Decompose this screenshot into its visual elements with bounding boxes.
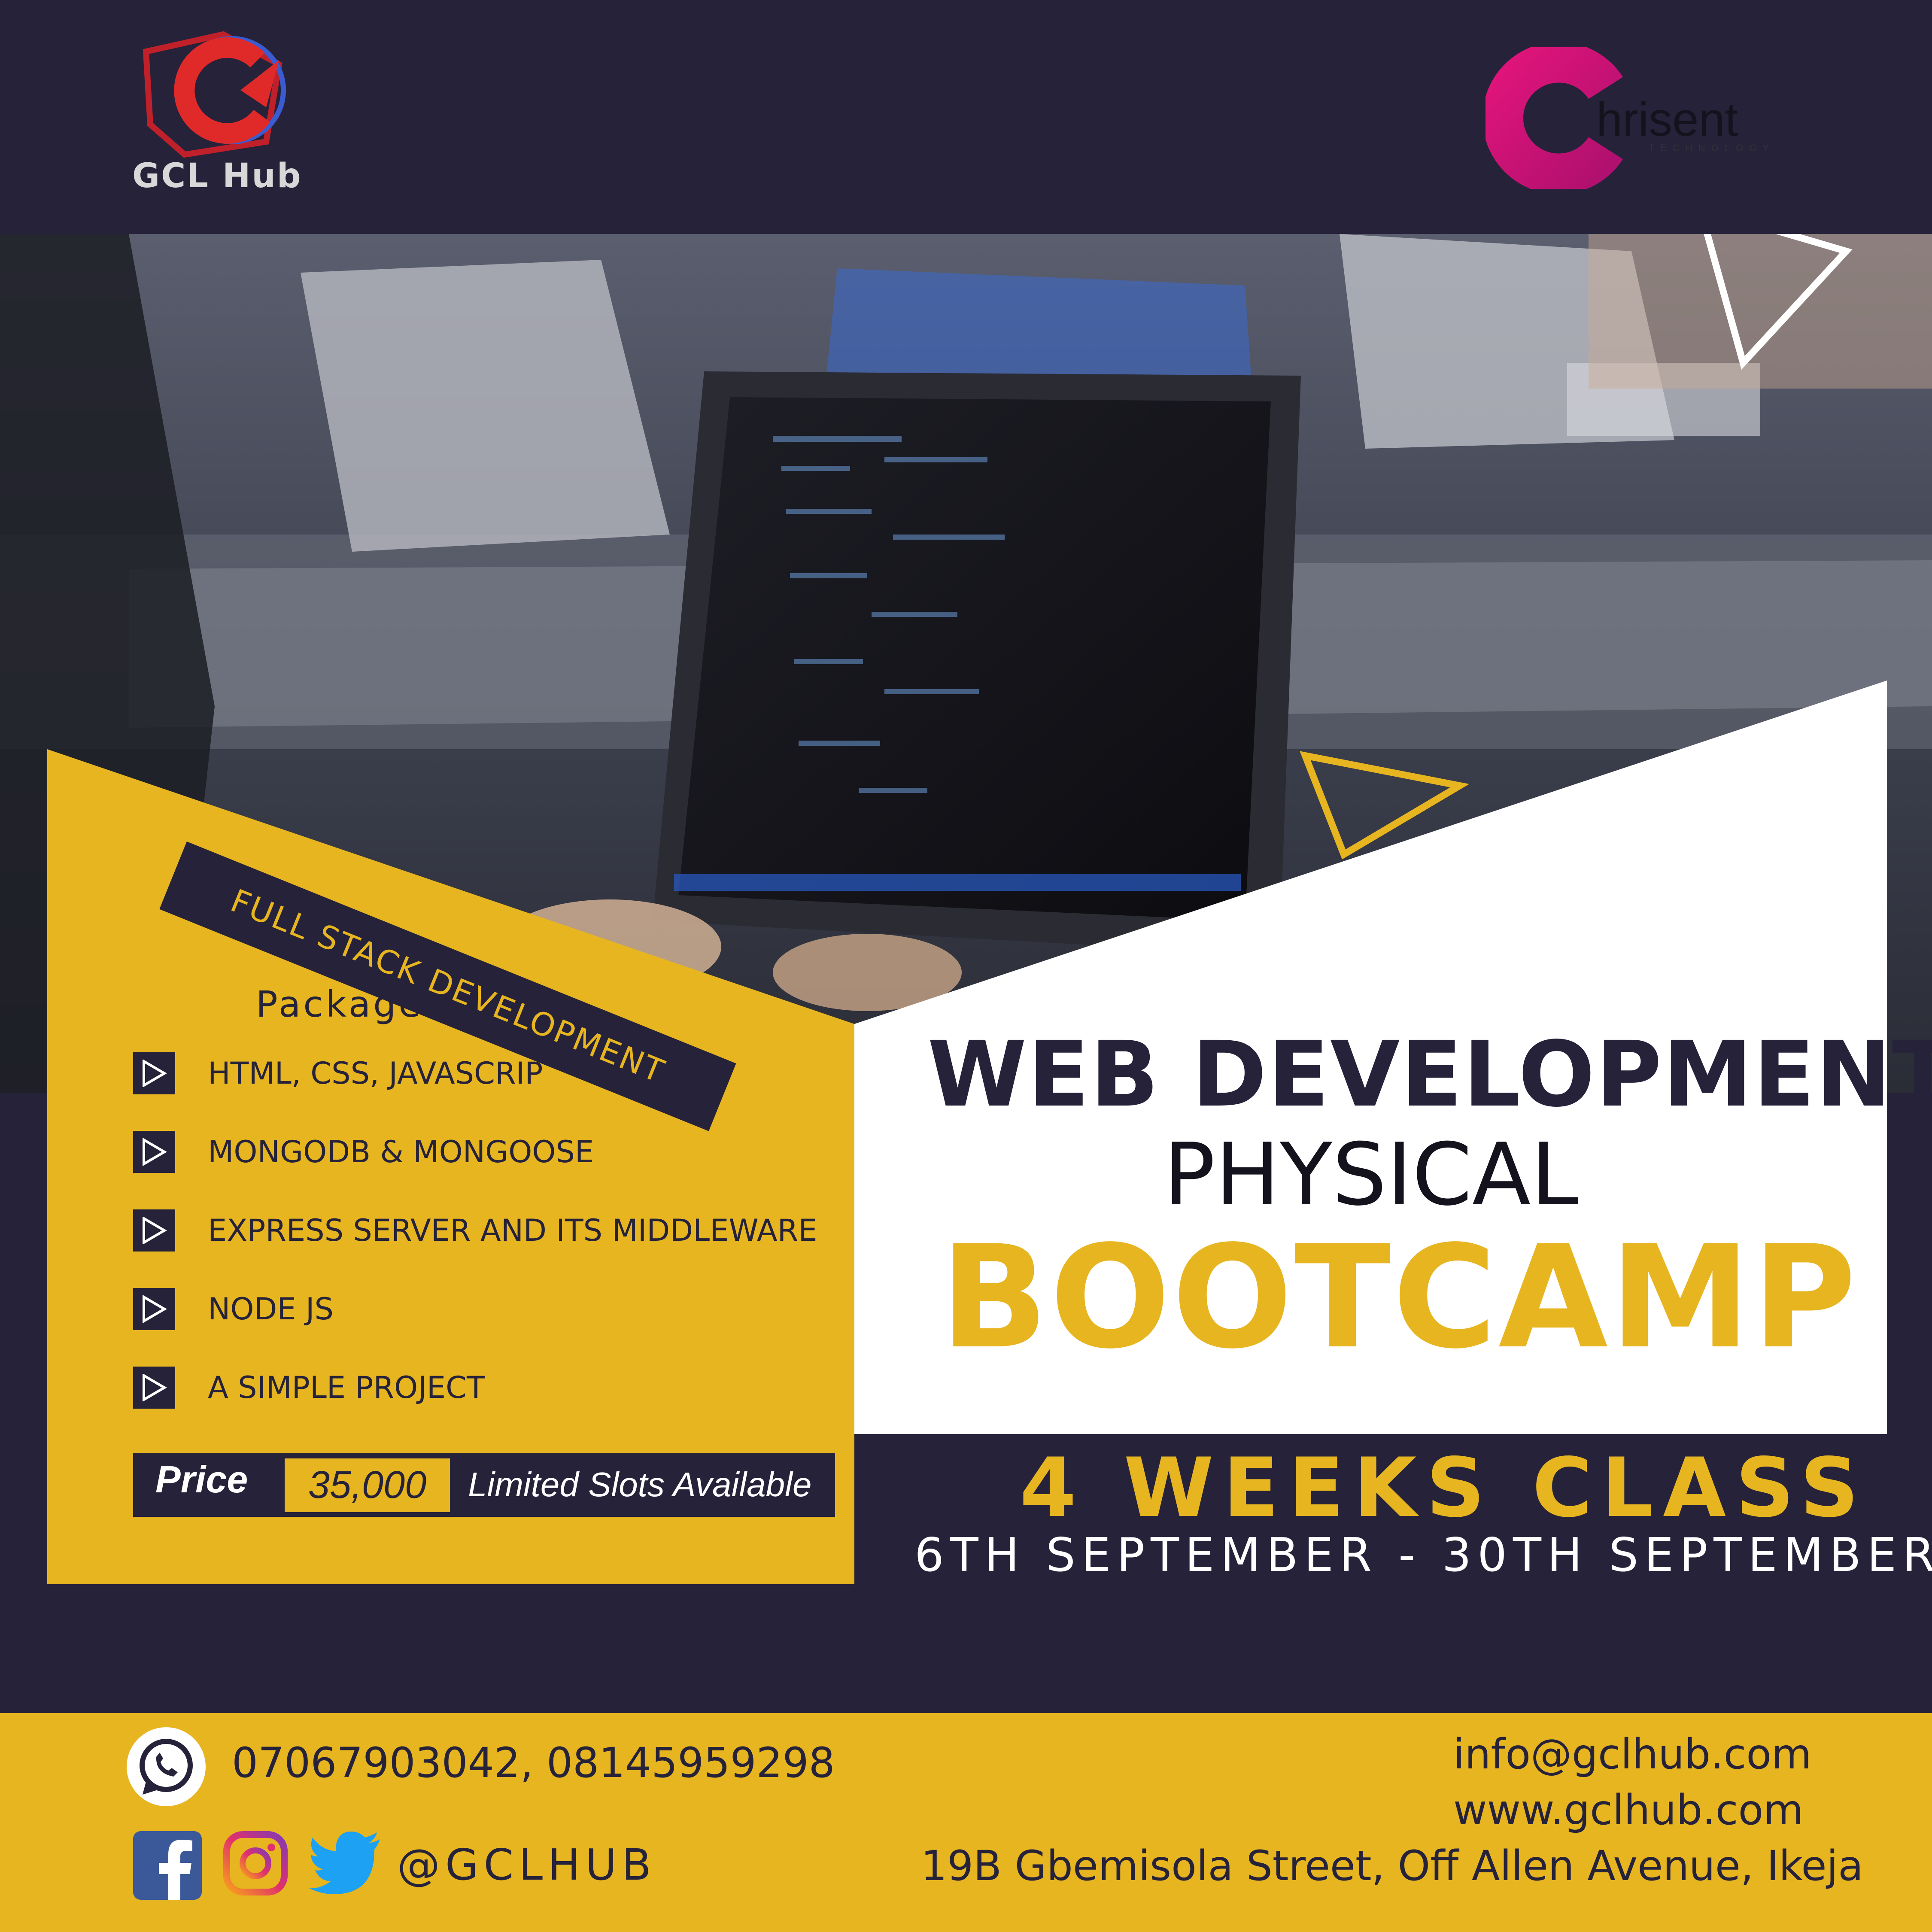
price-value: 35,000 (308, 1464, 427, 1507)
package-item: A SIMPLE PROJECT (133, 1366, 485, 1409)
play-triangle-icon (133, 1288, 175, 1330)
date-range: 6TH SEPTEMBER - 30TH SEPTEMBER (914, 1528, 1932, 1582)
duration-text: 4 WEEKS CLASS (1020, 1440, 1868, 1535)
package-label: HTML, CSS, JAVASCRIP (208, 1056, 543, 1091)
facebook-icon (133, 1831, 202, 1900)
package-label: NODE JS (208, 1291, 334, 1327)
package-label: EXPRESS SERVER AND ITS MIDDLEWARE (208, 1213, 817, 1248)
price-box: 35,000 (285, 1458, 450, 1512)
play-triangle-icon (133, 1052, 175, 1094)
play-triangle-icon (133, 1367, 175, 1409)
package-item: MONGODB & MONGOOSE (133, 1130, 594, 1173)
email-address: info@gclhub.com (1453, 1730, 1812, 1778)
twitter-icon (309, 1832, 380, 1894)
phone-numbers: 07067903042, 08145959298 (232, 1739, 835, 1787)
play-triangle-icon (133, 1209, 175, 1252)
limited-slots-note: Limited Slots Available (468, 1465, 812, 1504)
headline-web-development: WEB DEVELOPMENT (927, 1022, 1932, 1127)
package-label: MONGODB & MONGOOSE (208, 1134, 594, 1170)
website-url: www.gclhub.com (1453, 1786, 1804, 1834)
package-item: EXPRESS SERVER AND ITS MIDDLEWARE (133, 1209, 817, 1252)
package-item: NODE JS (133, 1288, 334, 1331)
social-handle: @GCLHUB (397, 1840, 657, 1890)
instagram-icon (223, 1831, 288, 1896)
whatsapp-icon (127, 1727, 206, 1806)
street-address: 19B Gbemisola Street, Off Allen Avenue, … (921, 1842, 1864, 1890)
package-label: A SIMPLE PROJECT (208, 1370, 485, 1405)
headline-bootcamp: BOOTCAMP (940, 1215, 1858, 1380)
play-triangle-icon (133, 1131, 175, 1173)
packages-title: Packages (256, 983, 445, 1025)
headline-physical: PHYSICAL (1163, 1125, 1579, 1225)
price-label: Price (155, 1458, 248, 1501)
package-item: HTML, CSS, JAVASCRIP (133, 1052, 543, 1095)
